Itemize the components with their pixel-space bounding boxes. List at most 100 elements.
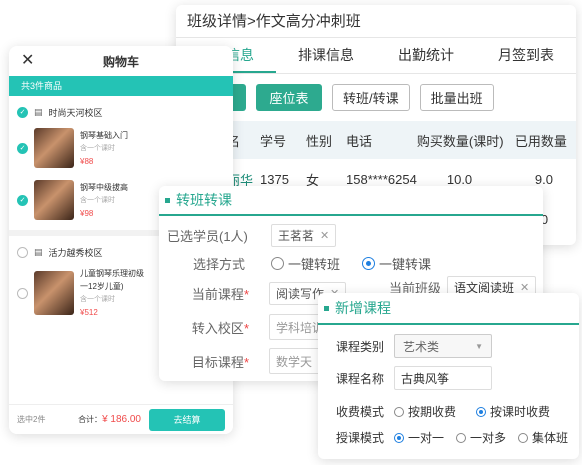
title-marker-icon: [165, 197, 170, 203]
teach-option-label: 集体班: [532, 431, 569, 445]
radio-icon: [518, 432, 529, 443]
transfer-button[interactable]: 转班/转课: [332, 84, 410, 111]
transfer-modal-header: 转班转课: [159, 186, 543, 216]
item-thumbnail: [34, 271, 74, 315]
shop-name: 活力越秀校区: [48, 247, 103, 258]
seat-chart-button[interactable]: 座位表: [256, 84, 322, 111]
teach-option-label: 一对一: [408, 431, 445, 445]
col-header-purchased: 购买数量(课时): [416, 121, 515, 159]
tab-monthly-signin[interactable]: 月签到表: [476, 38, 576, 73]
target-course-label: 目标课程*: [191, 354, 249, 370]
item-thumbnail: [34, 128, 74, 168]
current-course-text: 阅读写作: [276, 287, 325, 301]
teach-option-one-on-one[interactable]: 一对一: [394, 429, 444, 446]
item-lesson-count: 含一个课时: [80, 144, 115, 152]
col-header-id: 学号: [260, 121, 306, 159]
radio-icon: [394, 432, 404, 443]
category-value: 艺术类: [403, 339, 440, 354]
close-icon[interactable]: ✕: [21, 50, 34, 70]
fee-option-label: 按期收费: [408, 405, 457, 419]
col-header-used: 已用数量: [514, 121, 576, 159]
course-name-label: 课程名称: [335, 371, 384, 386]
total-value: ¥ 186.00: [102, 414, 141, 425]
total-label: 合计：: [78, 415, 103, 424]
course-name-row: 课程名称 古典风筝: [332, 366, 492, 390]
method-option-class[interactable]: 一键转班: [271, 254, 340, 273]
item-select-checkbox[interactable]: ✓: [17, 142, 28, 154]
cart-header: ✕ 购物车: [9, 46, 233, 76]
toolbar: 分班 座位表 转班/转课 批量出班: [176, 74, 576, 111]
item-name-line2: 一12岁儿童): [80, 282, 124, 291]
fee-option-lesson[interactable]: 按课时收费: [476, 403, 550, 420]
radio-icon: [394, 406, 404, 417]
item-price: ¥98: [80, 208, 94, 218]
radio-icon: [456, 432, 467, 443]
item-select-checkbox[interactable]: ✓: [17, 194, 28, 206]
fee-mode-row: 收费模式 按期收费 按课时收费: [332, 403, 562, 420]
category-row: 课程类别 艺术类 ▼: [332, 334, 492, 358]
cart-total: 合计：¥ 186.00: [78, 414, 141, 425]
store-icon: ▤: [34, 106, 43, 117]
method-label: 选择方式: [192, 257, 245, 272]
batch-exit-button[interactable]: 批量出班: [419, 84, 494, 111]
item-name: 钢琴基础入门: [80, 130, 128, 140]
shop-select-checkbox[interactable]: ✓: [17, 106, 28, 118]
transfer-modal-title: 转班转课: [176, 192, 232, 208]
item-lesson-count: 含一个课时: [80, 296, 115, 303]
current-course-label: 当前课程*: [191, 287, 249, 302]
target-campus-row: 转入校区* 学科培训: [167, 314, 329, 340]
item-lesson-count: 含一个课时: [80, 196, 115, 204]
radio-icon: [271, 257, 284, 270]
method-option-label: 一键转课: [379, 257, 432, 272]
fee-mode-label: 收费模式: [335, 405, 384, 419]
shop-name: 时尚天河校区: [48, 107, 103, 118]
chevron-down-icon: ▼: [475, 341, 483, 351]
teach-option-one-to-many[interactable]: 一对多: [456, 429, 506, 446]
course-name-input[interactable]: 古典风筝: [394, 366, 492, 390]
fee-option-term[interactable]: 按期收费: [394, 403, 456, 420]
target-campus-label: 转入校区*: [191, 320, 249, 336]
new-course-modal: 新增课程 课程类别 艺术类 ▼ 课程名称 古典风筝 收费模式 按期收费 按课时收费…: [318, 293, 579, 459]
teach-option-label: 一对多: [470, 431, 507, 445]
selected-count: 选中2件: [17, 415, 46, 424]
item-name-line1: 儿童钢琴乐理初级: [80, 269, 144, 278]
target-course-row: 目标课程* 数学天: [167, 348, 329, 374]
teach-option-group-class[interactable]: 集体班: [518, 429, 568, 446]
selected-student-tag: 王茗茗 ✕: [271, 224, 337, 247]
item-select-checkbox[interactable]: [17, 287, 28, 299]
cart-item[interactable]: ✓ 钢琴基础入门 含一个课时 ¥88: [17, 122, 225, 174]
method-option-course[interactable]: 一键转课: [362, 254, 431, 273]
checkout-button[interactable]: 去结算: [149, 408, 225, 431]
item-name: 钢琴中级拔高: [80, 182, 128, 192]
teach-mode-label: 授课模式: [335, 431, 384, 445]
tab-bar: 学员信息 排课信息 出勤统计 月签到表: [176, 38, 576, 74]
method-option-label: 一键转班: [288, 257, 341, 272]
table-header-row: ✓ 姓名 学号 性别 电话 购买数量(课时) 已用数量: [180, 121, 576, 159]
radio-icon: [476, 406, 487, 417]
new-course-title: 新增课程: [335, 300, 391, 316]
title-marker-icon: [324, 305, 329, 311]
new-course-header: 新增课程: [318, 293, 579, 325]
store-icon: ▤: [34, 246, 43, 257]
remove-tag-icon[interactable]: ✕: [320, 229, 329, 242]
item-price: ¥512: [80, 308, 98, 317]
cart-item-count: 共3件商品: [9, 76, 233, 96]
item-price: ¥88: [80, 156, 94, 166]
panel-title: 班级详情>作文高分冲刺班: [176, 5, 576, 38]
shop-header: ✓ ▤ 时尚天河校区: [17, 102, 225, 122]
method-row: 选择方式 一键转班 一键转课: [167, 254, 431, 273]
col-header-gender: 性别: [306, 121, 346, 159]
category-label: 课程类别: [335, 339, 384, 354]
radio-icon: [362, 257, 376, 270]
teach-mode-row: 授课模式 一对一 一对多 集体班: [332, 429, 568, 446]
tab-attendance-stats[interactable]: 出勤统计: [376, 38, 476, 73]
selected-student-row: 已选学员(1人) 王茗茗 ✕: [167, 224, 337, 247]
tab-schedule-info[interactable]: 排课信息: [276, 38, 376, 73]
shop-select-checkbox[interactable]: [17, 246, 28, 258]
fee-option-label: 按课时收费: [490, 405, 551, 419]
category-select[interactable]: 艺术类 ▼: [394, 334, 492, 358]
cart-title: 购物车: [102, 54, 139, 69]
selected-student-label: 已选学员(1人): [167, 229, 248, 244]
student-tag-text: 王茗茗: [278, 229, 315, 243]
col-header-phone: 电话: [346, 121, 417, 159]
